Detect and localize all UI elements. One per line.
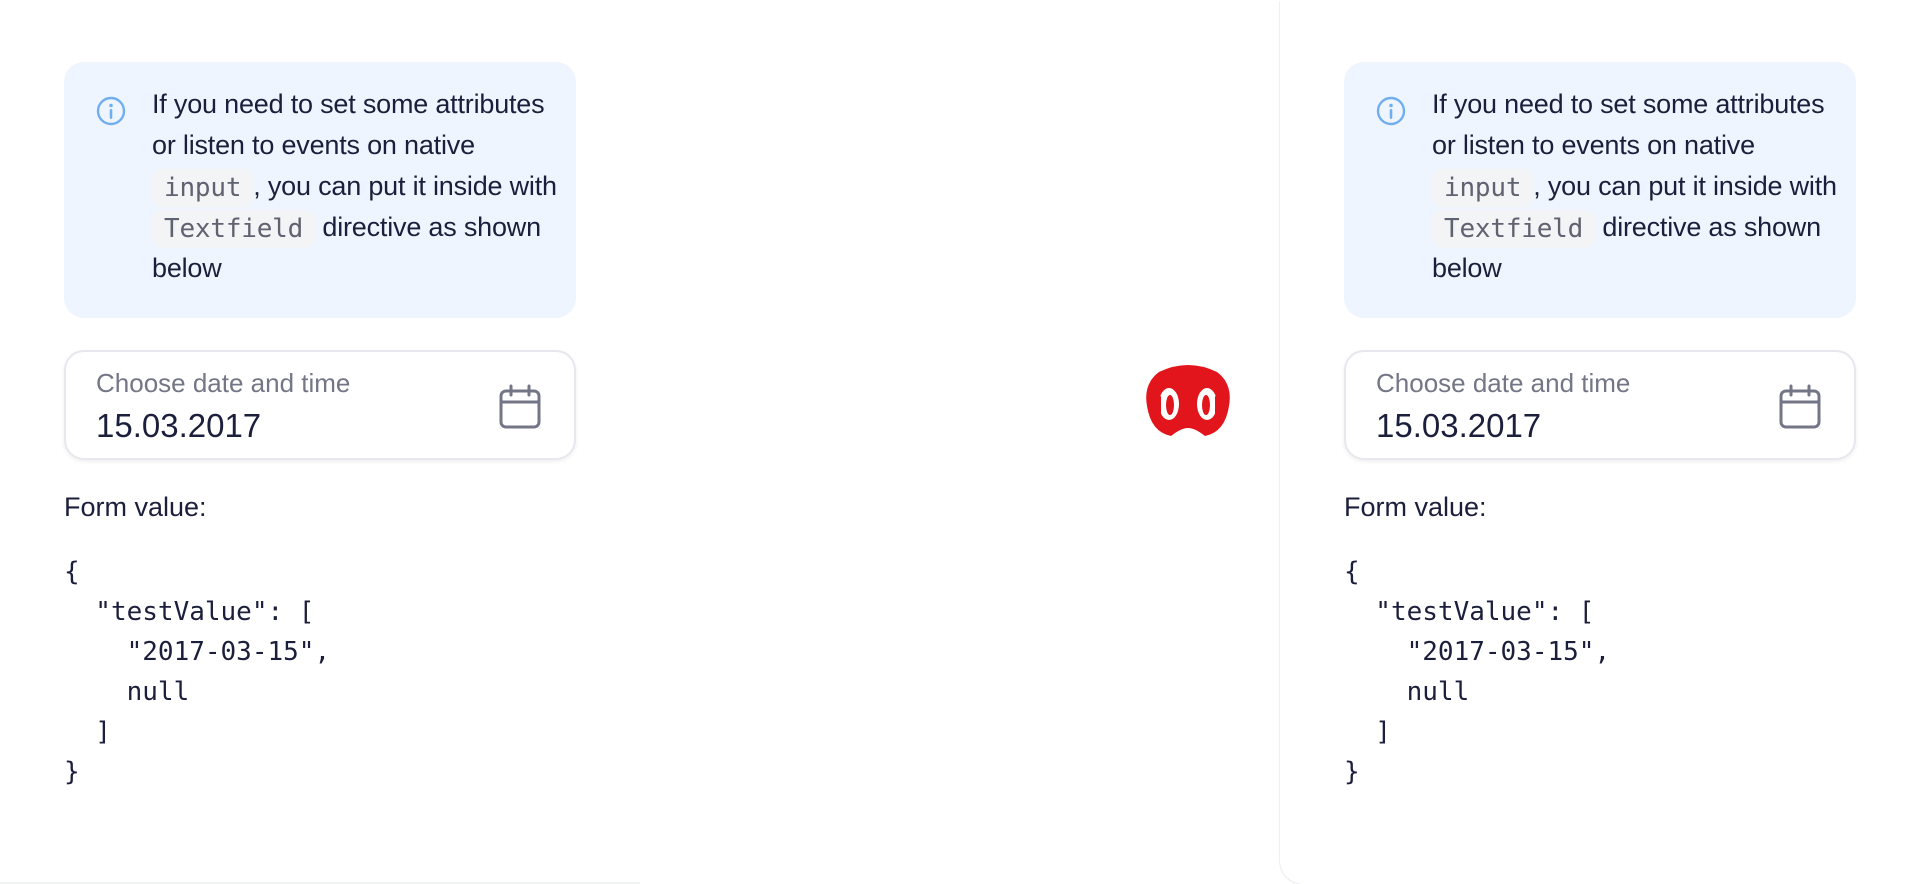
info-icon xyxy=(96,96,126,126)
code-chip-input: input xyxy=(1432,168,1534,207)
calendar-icon[interactable] xyxy=(498,384,542,430)
demo-panel-right: If you need to set some attributes or li… xyxy=(1280,0,1920,884)
info-notice: If you need to set some attributes or li… xyxy=(1344,62,1856,318)
demo-panel-left: If you need to set some attributes or li… xyxy=(0,0,640,884)
date-time-field[interactable]: Choose date and time 15.03.2017 xyxy=(64,350,576,460)
form-value-json: { "testValue": [ "2017-03-15", null ] } xyxy=(1344,557,1611,787)
form-value-label: Form value: xyxy=(64,492,207,522)
form-value-json: { "testValue": [ "2017-03-15", null ] } xyxy=(64,557,331,787)
info-notice: If you need to set some attributes or li… xyxy=(64,62,576,318)
info-icon xyxy=(1376,96,1406,126)
code-chip-input: input xyxy=(152,168,254,207)
date-time-field[interactable]: Choose date and time 15.03.2017 xyxy=(1344,350,1856,460)
form-value-label: Form value: xyxy=(1344,492,1487,522)
date-field-value[interactable]: 15.03.2017 xyxy=(1376,407,1541,445)
notice-text-part: , you can put it inside with xyxy=(253,171,557,201)
notice-text: If you need to set some attributes or li… xyxy=(152,84,562,289)
date-field-value[interactable]: 15.03.2017 xyxy=(96,407,261,445)
notice-text: If you need to set some attributes or li… xyxy=(1432,84,1842,289)
date-field-label: Choose date and time xyxy=(1376,368,1631,398)
red-mascot-logo xyxy=(1146,365,1230,436)
calendar-icon[interactable] xyxy=(1778,384,1822,430)
notice-text-part: If you need to set some attributes or li… xyxy=(152,89,545,160)
code-chip-textfield: Textfield xyxy=(1432,209,1596,248)
notice-text-part: If you need to set some attributes or li… xyxy=(1432,89,1825,160)
code-chip-textfield: Textfield xyxy=(152,209,316,248)
notice-text-part: , you can put it inside with xyxy=(1533,171,1837,201)
demo-stage: If you need to set some attributes or li… xyxy=(0,0,1920,884)
date-field-label: Choose date and time xyxy=(96,368,351,398)
